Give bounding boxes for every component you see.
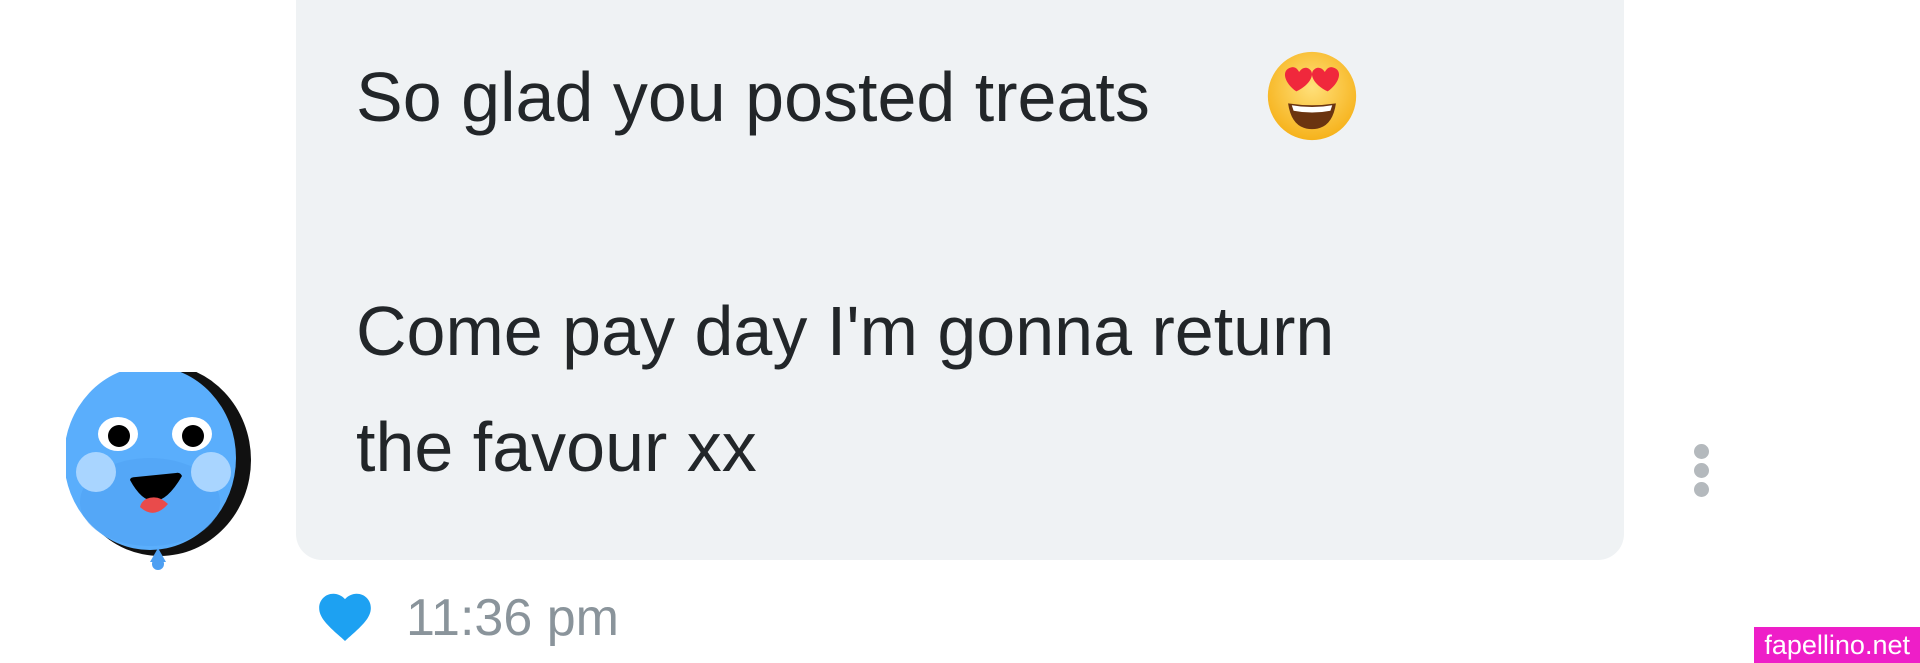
watermark: fapellino.net: [1754, 627, 1920, 663]
more-options-dot: [1694, 444, 1709, 459]
message-line: So glad you posted treats: [356, 58, 1150, 136]
message-line: Come pay day I'm gonna return: [356, 292, 1335, 370]
balloon-face-icon: [66, 372, 251, 570]
heart-eyes-emoji-icon: [1267, 51, 1357, 141]
chat-screen: So glad you posted treats Come pay day I…: [0, 0, 1920, 663]
like-button[interactable]: [314, 586, 376, 648]
more-options-icon[interactable]: [1688, 440, 1716, 502]
more-options-dot: [1694, 482, 1709, 497]
heart-icon: [319, 593, 371, 642]
message-bubble[interactable]: So glad you posted treats Come pay day I…: [296, 0, 1624, 560]
message-line: the favour xx: [356, 408, 757, 486]
sender-avatar[interactable]: [66, 372, 266, 582]
message-timestamp: 11:36 pm: [406, 589, 619, 647]
more-options-dot: [1694, 463, 1709, 478]
